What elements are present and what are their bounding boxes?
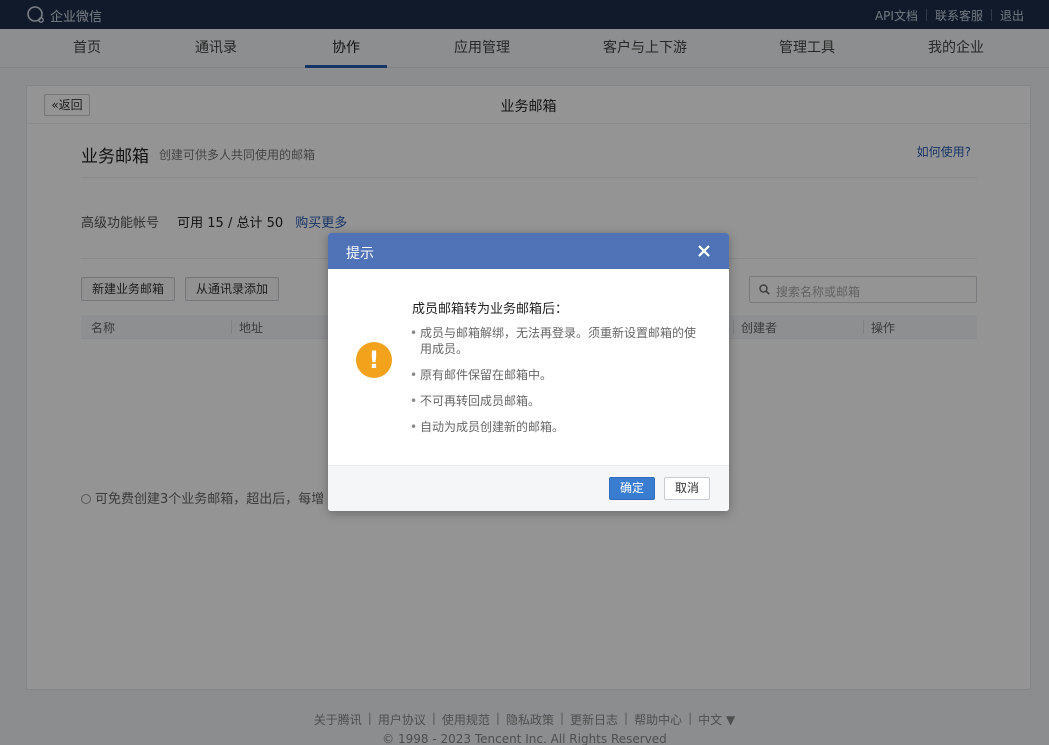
dialog-notice-list: 成员与邮箱解绑，无法再登录。须重新设置邮箱的使用成员。 原有邮件保留在邮箱中。 … [410,325,706,445]
dialog-body: ! 成员邮箱转为业务邮箱后： 成员与邮箱解绑，无法再登录。须重新设置邮箱的使用成… [328,269,729,465]
list-item: 原有邮件保留在邮箱中。 [410,367,706,383]
list-item: 不可再转回成员邮箱。 [410,393,706,409]
dialog-header: 提示 [328,233,729,269]
confirm-button[interactable]: 确定 [609,477,655,500]
dialog-title: 提示 [346,246,374,262]
warning-icon: ! [356,342,392,378]
dialog-heading: 成员邮箱转为业务邮箱后： [412,302,569,317]
list-item: 自动为成员创建新的邮箱。 [410,419,706,435]
cancel-button[interactable]: 取消 [664,477,710,500]
confirm-dialog: 提示 ! 成员邮箱转为业务邮箱后： 成员与邮箱解绑，无法再登录。须重新设置邮箱的… [328,233,729,511]
dialog-footer: 确定 取消 [328,465,729,511]
list-item: 成员与邮箱解绑，无法再登录。须重新设置邮箱的使用成员。 [410,325,706,357]
close-icon[interactable] [695,242,713,260]
